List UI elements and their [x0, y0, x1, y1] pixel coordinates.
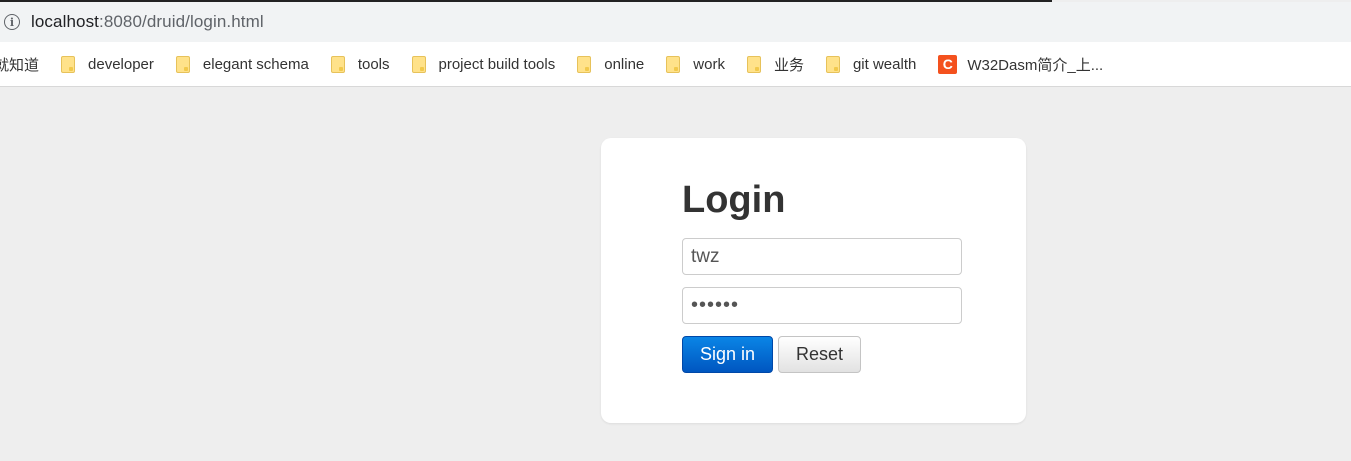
- folder-icon: [666, 55, 681, 73]
- site-info-icon[interactable]: i: [4, 14, 20, 30]
- bookmarks-bar: 就知道 developer elegant schema tools proje…: [0, 42, 1351, 87]
- username-input[interactable]: [682, 238, 962, 275]
- bookmark-w32dasm[interactable]: C W32Dasm简介_上...: [938, 54, 1103, 75]
- folder-icon: [411, 55, 426, 73]
- bookmark-label: developer: [88, 55, 154, 73]
- bookmark-git-wealth[interactable]: git wealth: [825, 55, 917, 73]
- folder-icon: [330, 55, 345, 73]
- folder-icon: [577, 55, 592, 73]
- bookmark-partial[interactable]: 就知道: [0, 54, 39, 75]
- bookmark-label: elegant schema: [202, 55, 309, 73]
- bookmark-online[interactable]: online: [577, 55, 645, 73]
- folder-icon: [175, 55, 190, 73]
- bookmark-project-build-tools[interactable]: project build tools: [411, 55, 556, 73]
- bookmark-work[interactable]: work: [666, 55, 725, 73]
- address-bar[interactable]: i localhost:8080/druid/login.html: [0, 2, 1351, 42]
- url-text[interactable]: localhost:8080/druid/login.html: [31, 12, 264, 32]
- login-title: Login: [682, 179, 786, 221]
- folder-icon: [61, 55, 76, 73]
- bookmark-label: tools: [357, 55, 390, 73]
- csdn-icon: C: [938, 54, 958, 74]
- bookmark-label: work: [693, 55, 725, 73]
- login-card: Login Sign in Reset: [601, 138, 1026, 423]
- password-input[interactable]: [682, 287, 962, 324]
- bookmark-developer[interactable]: developer: [61, 55, 154, 73]
- sign-in-button[interactable]: Sign in: [682, 336, 773, 373]
- bookmark-tools[interactable]: tools: [330, 55, 390, 73]
- bookmark-elegant-schema[interactable]: elegant schema: [175, 55, 309, 73]
- bookmark-label: project build tools: [438, 55, 556, 73]
- bookmark-business[interactable]: 业务: [746, 54, 804, 75]
- folder-icon: [746, 55, 761, 73]
- reset-button[interactable]: Reset: [778, 336, 861, 373]
- bookmark-label: 业务: [773, 56, 804, 74]
- bookmark-label: git wealth: [852, 55, 917, 73]
- folder-icon: [825, 55, 840, 73]
- url-path: :8080/druid/login.html: [99, 12, 264, 31]
- bookmark-label: W32Dasm简介_上...: [967, 56, 1104, 74]
- bookmark-label: online: [604, 55, 645, 73]
- url-host: localhost: [31, 12, 99, 31]
